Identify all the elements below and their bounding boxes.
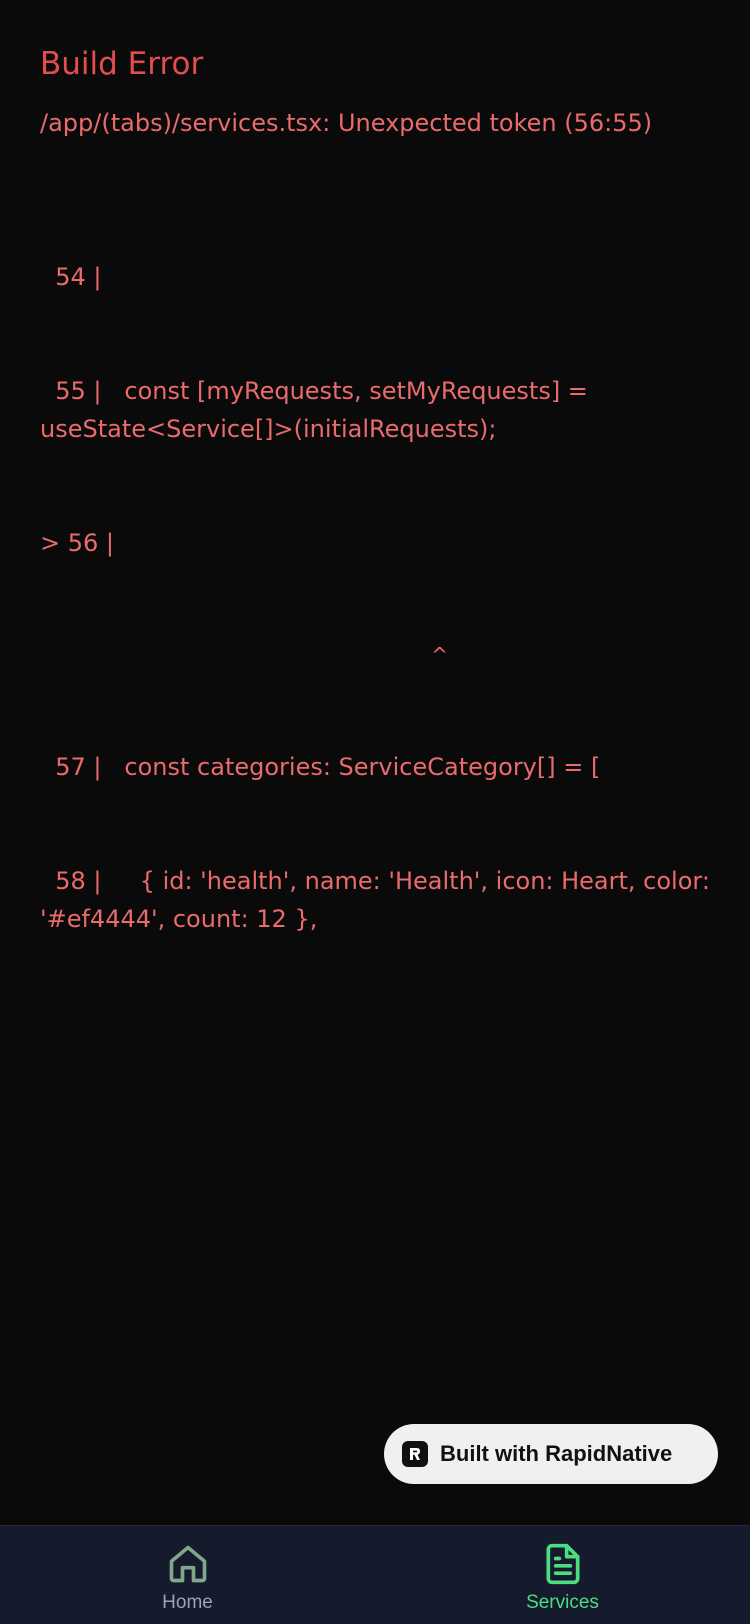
badge-label: Built with RapidNative (440, 1441, 673, 1466)
error-title: Build Error (40, 46, 204, 82)
tab-services[interactable]: Services (375, 1526, 750, 1624)
error-overlay: Build Error /app/(tabs)/services.tsx: Un… (40, 44, 720, 1014)
code-line: > 56 | (40, 529, 114, 557)
home-icon (169, 1545, 206, 1583)
code-line: 57 | const categories: ServiceCategory[]… (40, 753, 601, 781)
code-line: 58 | { id: 'health', name: 'Health', ico… (40, 867, 718, 933)
bottom-tab-bar: Home Services (0, 1525, 750, 1624)
caret-marker: ^ (431, 643, 448, 667)
built-with-badge[interactable]: Built with RapidNative (384, 1424, 718, 1484)
tab-services-label: Services (526, 1592, 599, 1613)
error-message: /app/(tabs)/services.tsx: Unexpected tok… (40, 109, 653, 137)
document-icon (546, 1543, 579, 1585)
code-line: 54 | (40, 263, 102, 291)
code-line: 55 | const [myRequests, setMyRequests] =… (40, 377, 596, 443)
tab-home[interactable]: Home (0, 1526, 375, 1624)
rapidnative-logo-icon (402, 1441, 428, 1467)
code-frame: 54 | 55 | const [myRequests, setMyReques… (40, 182, 720, 1014)
tab-home-label: Home (162, 1592, 213, 1613)
